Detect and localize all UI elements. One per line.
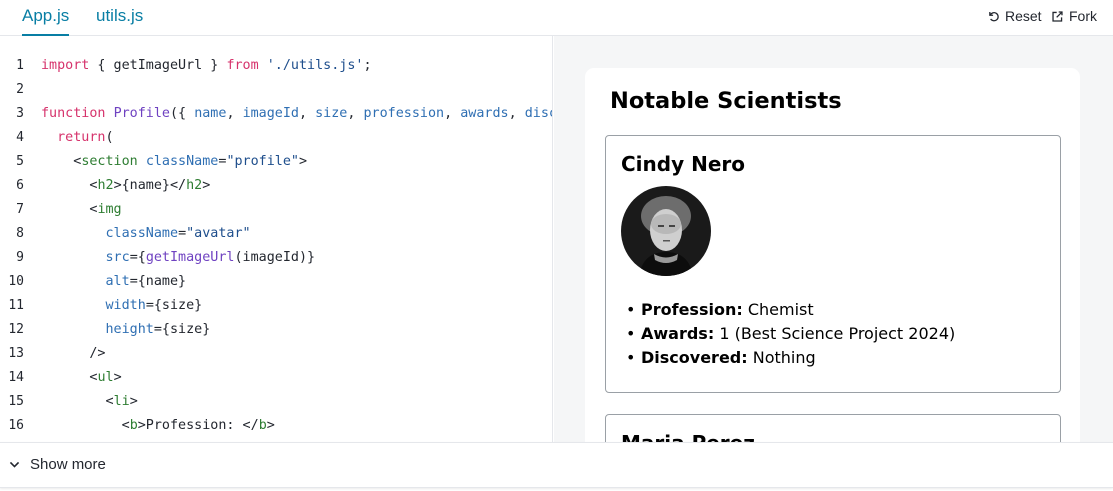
code-line: 4 return(: [0, 126, 552, 150]
code-line: 2: [0, 78, 552, 102]
code-line: 12 height={size}: [0, 318, 552, 342]
preview-card: Notable Scientists Cindy Nero Profession…: [585, 68, 1080, 442]
code-text: <li>: [41, 394, 138, 409]
code-line: 11 width={size}: [0, 294, 552, 318]
code-line: 9 src={getImageUrl(imageId)}: [0, 246, 552, 270]
line-number: 14: [8, 370, 24, 385]
code-line: 7 <img: [0, 198, 552, 222]
code-line: 1 import { getImageUrl } from './utils.js…: [0, 54, 552, 78]
line-number: 1: [16, 58, 24, 73]
chevron-down-icon: [9, 461, 20, 468]
code-text: />: [41, 346, 106, 361]
code-text: className="avatar": [105, 226, 251, 241]
line-number: 9: [16, 250, 24, 265]
code-line: 3 function Profile({ name, imageId, size,…: [0, 102, 552, 126]
line-number: 15: [8, 394, 24, 409]
line-number: 4: [16, 130, 24, 145]
external-link-icon: [1052, 10, 1063, 22]
reset-icon: [989, 11, 999, 21]
editor-toolbar: App.js utils.js Reset Fork: [0, 0, 1113, 36]
line-number: 2: [16, 82, 24, 97]
fork-label: Fork: [1069, 8, 1097, 24]
line-number: 12: [8, 322, 24, 337]
line-number: 3: [16, 106, 24, 121]
tab-app-js[interactable]: App.js: [22, 0, 70, 36]
code-text: height={size}: [105, 322, 211, 337]
code-text: width={size}: [105, 298, 203, 313]
code-text: <b>Profession: </b>: [41, 418, 275, 433]
code-text: import { getImageUrl } from './utils.js'…: [41, 58, 372, 73]
editor-footer: Show more: [0, 442, 1113, 488]
code-text: alt={name}: [105, 274, 187, 289]
show-more-button[interactable]: Show more: [8, 456, 106, 473]
list-item: Profession: Chemist: [626, 298, 955, 322]
code-line: 8 className="avatar": [0, 222, 552, 246]
line-number: 13: [8, 346, 24, 361]
code-text: <ul>: [41, 370, 122, 385]
line-number: 10: [8, 274, 24, 289]
fork-button[interactable]: Fork: [1051, 8, 1097, 24]
page-title: Notable Scientists: [610, 88, 842, 114]
reset-label: Reset: [1005, 8, 1042, 24]
tab-utils-js[interactable]: utils.js: [96, 0, 143, 36]
avatar: [621, 186, 711, 276]
line-number: 16: [8, 418, 24, 433]
profile-facts-list: Profession: Chemist Awards: 1 (Best Scie…: [626, 298, 955, 370]
line-number: 7: [16, 202, 24, 217]
list-item: Awards: 1 (Best Science Project 2024): [626, 322, 955, 346]
code-line: 13 />: [0, 342, 552, 366]
code-line: 6 <h2>{name}</h2>: [0, 174, 552, 198]
code-text: return(: [57, 130, 114, 145]
code-text: <section className="profile">: [41, 154, 308, 169]
profile-name: Cindy Nero: [621, 152, 745, 176]
code-text: src={getImageUrl(imageId)}: [105, 250, 316, 265]
profile-card: Maria Perez: [605, 414, 1061, 442]
list-item: Discovered: Nothing: [626, 346, 955, 370]
show-more-label: Show more: [30, 456, 106, 473]
code-line: 16 <b>Profession: </b>: [0, 414, 552, 438]
code-line: 10 alt={name}: [0, 270, 552, 294]
line-number: 6: [16, 178, 24, 193]
line-number: 11: [8, 298, 24, 313]
line-number: 8: [16, 226, 24, 241]
code-text: <h2>{name}</h2>: [41, 178, 211, 193]
code-line: 14 <ul>: [0, 366, 552, 390]
line-number: 5: [16, 154, 24, 169]
code-line: 5 <section className="profile">: [0, 150, 552, 174]
code-text: <img: [41, 202, 122, 217]
code-editor[interactable]: 1 import { getImageUrl } from './utils.js…: [0, 36, 553, 442]
reset-button[interactable]: Reset: [987, 8, 1042, 24]
preview-pane: Notable Scientists Cindy Nero Profession…: [554, 36, 1113, 442]
profile-name: Maria Perez: [621, 431, 755, 442]
code-text: function Profile({ name, imageId, size, …: [41, 106, 552, 121]
profile-card: Cindy Nero Profession: Chemist Awards: 1…: [605, 135, 1061, 393]
code-line: 15 <li>: [0, 390, 552, 414]
